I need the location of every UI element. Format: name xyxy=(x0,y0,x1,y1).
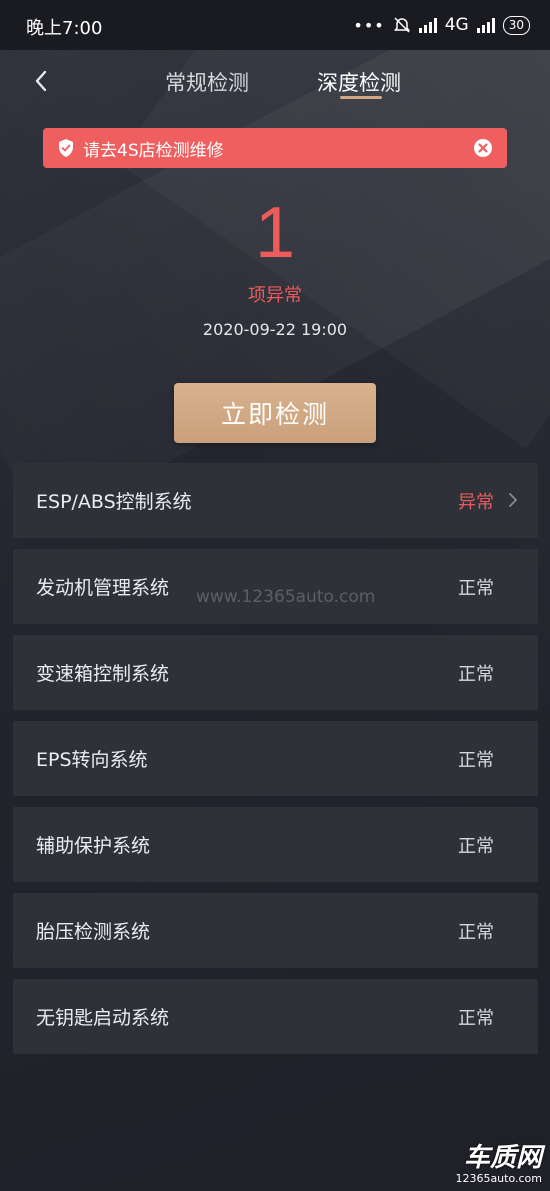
chevron-right-icon xyxy=(509,493,517,507)
system-status: 异常 xyxy=(458,491,494,513)
system-status: 正常 xyxy=(458,835,494,857)
list-item-esp-abs[interactable]: ESP/ABS控制系统 异常 xyxy=(13,463,538,538)
check-timestamp: 2020-09-22 19:00 xyxy=(202,320,348,339)
alert-banner: 请去4S店检测维修 xyxy=(43,128,507,168)
signal-icon xyxy=(476,17,495,33)
system-status: 正常 xyxy=(458,921,494,943)
abnormal-count-label: 项异常 xyxy=(248,285,302,306)
list-item-assist-protection[interactable]: 辅助保护系统 正常 xyxy=(13,807,538,882)
tab-deep-check[interactable]: 深度检测 xyxy=(317,67,401,97)
system-name: 辅助保护系统 xyxy=(36,835,151,857)
close-icon[interactable] xyxy=(473,138,493,158)
system-name: ESP/ABS控制系统 xyxy=(36,491,192,513)
list-item-eps[interactable]: EPS转向系统 正常 xyxy=(13,721,538,796)
alert-message: 请去4S店检测维修 xyxy=(83,140,224,161)
list-item-keyless-start[interactable]: 无钥匙启动系统 正常 xyxy=(13,979,538,1054)
alarm-off-icon xyxy=(393,17,410,33)
network-type: 4G xyxy=(444,15,469,35)
tab-regular-check[interactable]: 常规检测 xyxy=(165,67,249,97)
status-bar: 晚上7:00 ••• 4G 30 xyxy=(0,0,550,50)
system-status: 正常 xyxy=(458,577,494,599)
system-name: 变速箱控制系统 xyxy=(36,663,170,685)
system-name: EPS转向系统 xyxy=(36,749,148,771)
status-icons: ••• 4G 30 xyxy=(353,13,530,37)
abnormal-count: 1 xyxy=(254,193,296,273)
system-name: 无钥匙启动系统 xyxy=(36,1007,170,1029)
shield-check-icon xyxy=(59,139,73,157)
active-tab-indicator xyxy=(340,96,382,99)
signal-icon xyxy=(418,17,437,33)
system-name: 发动机管理系统 xyxy=(36,577,170,599)
system-name: 胎压检测系统 xyxy=(36,921,151,943)
list-item-transmission[interactable]: 变速箱控制系统 正常 xyxy=(13,635,538,710)
site-logo: 车质网 12365auto.com xyxy=(455,1144,542,1185)
back-button[interactable] xyxy=(26,66,56,96)
more-dots-icon: ••• xyxy=(353,15,385,35)
system-status: 正常 xyxy=(458,663,494,685)
list-item-tire-pressure[interactable]: 胎压检测系统 正常 xyxy=(13,893,538,968)
system-status: 正常 xyxy=(458,1007,494,1029)
chevron-left-icon xyxy=(35,70,47,92)
logo-title: 车质网 xyxy=(463,1143,542,1173)
detect-now-button[interactable]: 立即检测 xyxy=(174,383,376,443)
watermark: www.12365auto.com xyxy=(196,587,376,607)
logo-url: 12365auto.com xyxy=(455,1172,542,1185)
system-status: 正常 xyxy=(458,749,494,771)
battery-icon: 30 xyxy=(502,15,530,35)
status-time: 晚上7:00 xyxy=(26,18,103,39)
